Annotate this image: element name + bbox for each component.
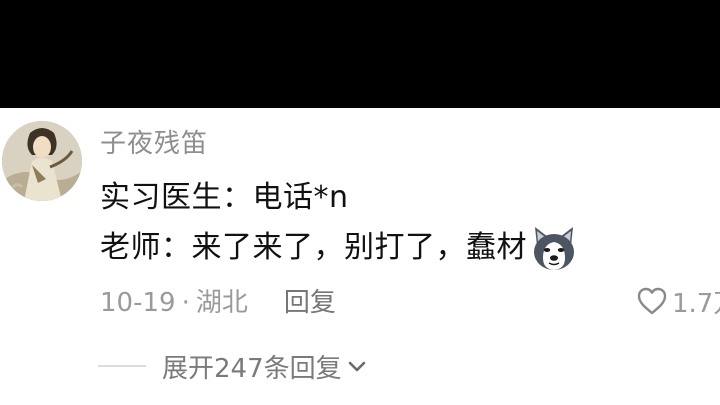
- comment-line-1: 实习医生：电话*n: [100, 180, 349, 215]
- expand-replies-button[interactable]: 展开247条回复: [98, 348, 368, 384]
- comment-location: 湖北: [195, 288, 248, 318]
- chevron-down-icon: [348, 361, 365, 372]
- comment-date: 10-19: [100, 288, 176, 318]
- like-button[interactable]: 1.7万: [636, 284, 720, 319]
- comment-meta: 10-19 · 湖北 回复: [100, 282, 336, 319]
- username[interactable]: 子夜残笛: [100, 123, 208, 160]
- comment-line-2-text: 老师：来了来了，别打了，蠢材: [100, 230, 527, 265]
- expand-replies-label: 展开247条回复: [162, 353, 342, 384]
- avatar[interactable]: [2, 121, 82, 201]
- heart-outline-icon: [637, 287, 667, 315]
- comment-panel: 子夜残笛 实习医生：电话*n 老师：来了来了，别打了，蠢材 10-19 · 湖北 回复: [0, 108, 720, 405]
- meta-separator: ·: [181, 288, 190, 318]
- reply-button[interactable]: 回复: [284, 288, 336, 318]
- husky-dog-emoji: [529, 224, 579, 274]
- like-count: 1.7万: [672, 288, 720, 319]
- expand-divider: [98, 365, 146, 367]
- avatar-image: [2, 121, 82, 201]
- comment-line-2: 老师：来了来了，别打了，蠢材: [100, 222, 579, 274]
